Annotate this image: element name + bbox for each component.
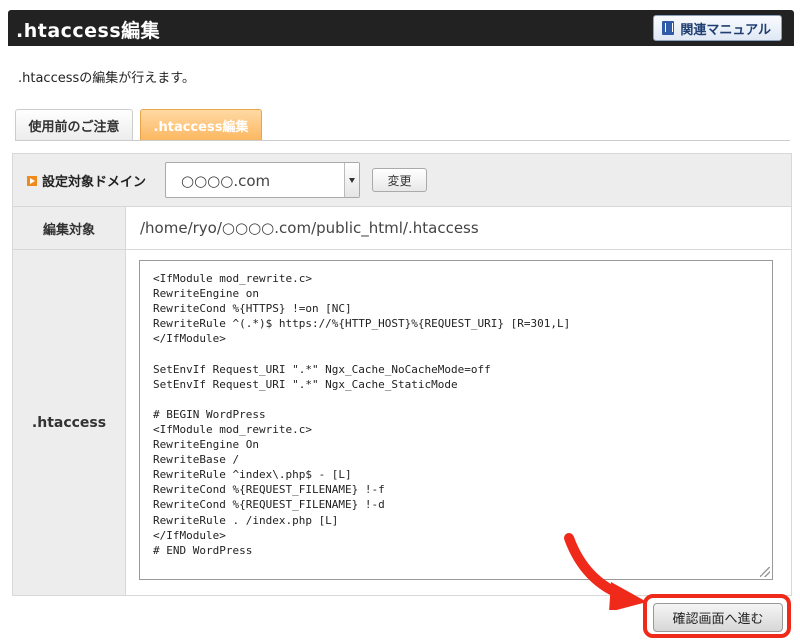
related-manual-label: 関連マニュアル [680,22,771,38]
domain-select[interactable]: ○○○○.com [165,162,360,198]
change-domain-button[interactable]: 変更 [372,168,427,192]
chevron-down-icon[interactable] [344,163,359,197]
red-arrow-icon [564,533,647,610]
tab-usage-notes[interactable]: 使用前のご注意 [15,109,133,140]
page-header: .htaccess編集 関連マニュアル [8,10,794,46]
domain-row: 設定対象ドメイン ○○○○.com 変更 [13,154,791,207]
target-path: /home/ryo/○○○○.com/public_html/.htaccess [140,219,479,237]
target-label: 編集対象 [13,207,126,249]
htaccess-row: .htaccess <IfModule mod_rewrite.c> Rewri… [13,250,791,595]
htaccess-label: .htaccess [13,250,126,595]
page-title: .htaccess編集 [16,20,161,42]
tab-bar: 使用前のご注意 .htaccess編集 [15,109,790,141]
domain-label: 設定対象ドメイン [27,171,146,190]
edit-panel: 設定対象ドメイン ○○○○.com 変更 編集対象 /home/ryo/○○○○… [12,153,792,596]
domain-select-value: ○○○○.com [181,172,271,190]
htaccess-content[interactable]: <IfModule mod_rewrite.c> RewriteEngine o… [153,271,570,558]
htaccess-textarea[interactable]: <IfModule mod_rewrite.c> RewriteEngine o… [139,260,773,580]
intro-text: .htaccessの編集が行えます。 [18,71,195,86]
related-manual-button[interactable]: 関連マニュアル [653,15,782,41]
target-row: 編集対象 /home/ryo/○○○○.com/public_html/.hta… [13,207,791,250]
book-icon [662,21,675,35]
resize-handle-icon[interactable] [760,567,770,577]
play-arrow-icon [27,175,37,186]
domain-label-text: 設定対象ドメイン [42,175,147,190]
tab-htaccess-edit[interactable]: .htaccess編集 [140,109,262,140]
highlight-frame [643,594,791,638]
